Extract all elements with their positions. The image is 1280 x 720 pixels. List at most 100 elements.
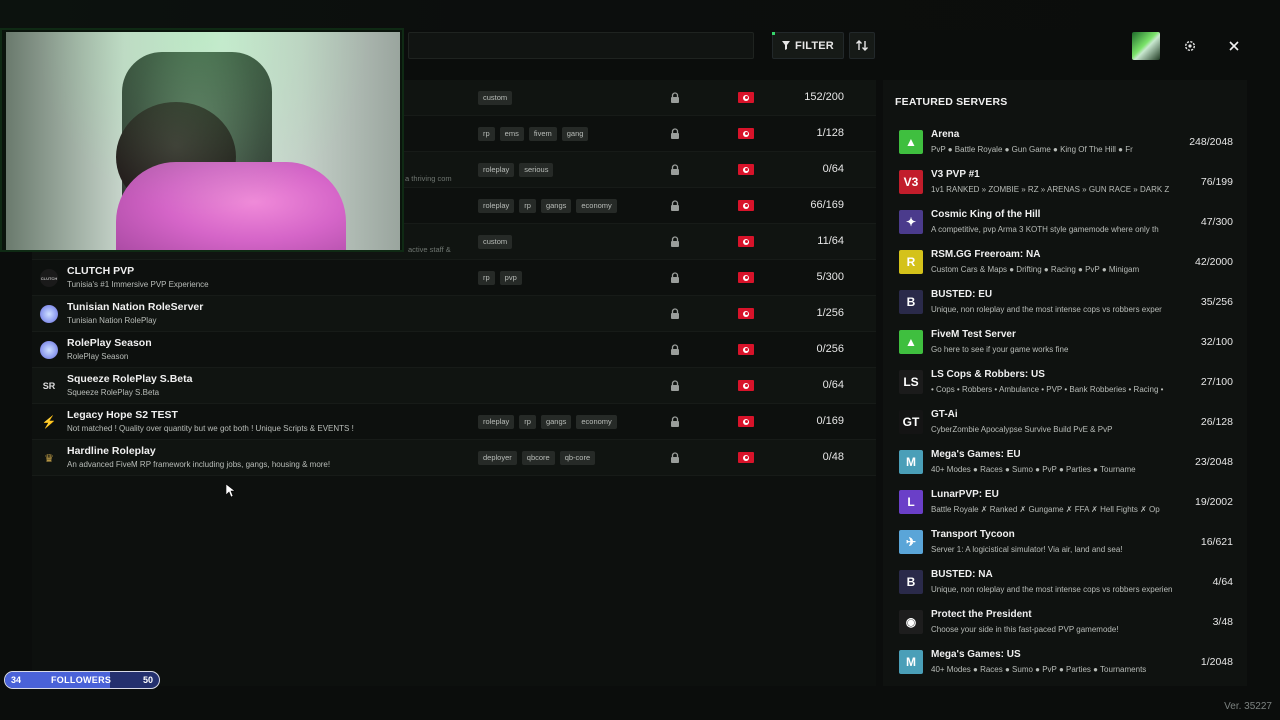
featured-server-row[interactable]: M Mega's Games: US 40+ Modes ● Races ● Sum… [883,641,1247,681]
featured-player-count: 47/300 [1200,216,1233,228]
server-tags: rp pvp [478,271,522,285]
player-count: 11/64 [817,235,844,247]
server-tag: rp [519,415,536,429]
featured-player-count: 32/100 [1200,336,1233,348]
server-name: RolePlay Season [67,337,152,349]
server-tags: rp ems fivem gang [478,127,589,141]
server-row[interactable]: SR Squeeze RolePlay S.Beta Squeeze RolePla… [32,368,876,404]
server-tag: roleplay [478,163,515,177]
sort-arrows-icon [856,40,868,51]
featured-server-row[interactable]: R RSM.GG Freeroam: NA Custom Cars & Maps ●… [883,241,1247,281]
featured-server-name: Transport Tycoon [931,529,1015,540]
sort-button[interactable] [849,32,875,59]
featured-server-row[interactable]: ◉ Protect the President Choose your side i… [883,601,1247,641]
lock-icon [671,200,679,211]
featured-server-row[interactable]: V3 V3 PVP #1 1v1 RANKED » ZOMBIE » RZ » AR… [883,161,1247,201]
server-tag: rp [519,199,536,213]
featured-server-row[interactable]: GT GT-Ai CyberZombie Apocalypse Survive Bu… [883,401,1247,441]
featured-server-row[interactable]: B BUSTED: NA Unique, non roleplay and the … [883,561,1247,601]
tunisia-flag-icon [738,452,754,463]
gear-icon [1184,40,1196,52]
tunisia-flag-icon [738,128,754,139]
server-name: Legacy Hope S2 TEST [67,409,178,421]
server-row[interactable]: ♛ Hardline Roleplay An advanced FiveM RP f… [32,440,876,476]
featured-server-logo-icon: M [899,450,923,474]
featured-player-count: 27/100 [1200,376,1233,388]
squeeze-logo-icon: SR [42,381,56,391]
featured-server-name: LunarPVP: EU [931,489,999,500]
followers-current: 34 [11,675,22,685]
lock-icon [671,164,679,175]
featured-server-description: Battle Royale ✗ Ranked ✗ Gungame ✗ FFA ✗… [931,505,1160,514]
featured-server-row[interactable]: B BUSTED: EU Unique, non roleplay and the … [883,281,1247,321]
server-tag: rp [478,271,495,285]
featured-server-logo-icon: ✈ [899,530,923,554]
featured-server-row[interactable]: L LunarPVP: EU Battle Royale ✗ Ranked ✗ Gu… [883,481,1247,521]
server-tag: serious [519,163,554,177]
server-row[interactable]: CLUTCH CLUTCH PVP Tunisia's #1 Immersive P… [32,260,876,296]
mouse-cursor-icon [226,484,236,498]
featured-server-logo-icon: V3 [899,170,923,194]
server-row[interactable]: RolePlay Season RolePlay Season 0/256 [32,332,876,368]
player-count: 0/256 [816,343,844,355]
featured-server-row[interactable]: ✦ Cosmic King of the Hill A competitive, p… [883,201,1247,241]
featured-server-logo-icon: ▲ [899,330,923,354]
lock-icon [671,128,679,139]
obscured-desc-2: active staff & [408,245,451,254]
featured-server-logo-icon: B [899,290,923,314]
legacy-hope-logo-icon: ⚡ [41,415,57,429]
user-avatar[interactable] [1132,32,1160,60]
server-name: Hardline Roleplay [67,445,156,457]
featured-player-count: 19/2002 [1195,496,1233,508]
roleplay-season-logo-icon [40,341,58,359]
server-tags: custom [478,235,513,249]
featured-server-description: Unique, non roleplay and the most intens… [931,585,1173,594]
featured-server-row[interactable]: ✈ Transport Tycoon Server 1: A logicistica… [883,521,1247,561]
featured-server-description: Choose your side in this fast-paced PVP … [931,625,1119,634]
server-description: Tunisia's #1 Immersive PVP Experience [67,280,209,289]
lock-icon [671,344,679,355]
featured-player-count: 16/621 [1200,536,1233,548]
featured-server-row[interactable]: M Mega's Games: EU 40+ Modes ● Races ● Sum… [883,441,1247,481]
player-count: 1/256 [816,307,844,319]
server-row[interactable]: Tunisian Nation RoleServer Tunisian Natio… [32,296,876,332]
featured-server-row[interactable]: ▲ Arena PvP ● Battle Royale ● Gun Game ● K… [883,121,1247,161]
close-icon [1229,41,1239,51]
featured-server-name: Cosmic King of the Hill [931,209,1041,220]
server-description: Tunisian Nation RolePlay [67,316,157,325]
filter-label: FILTER [795,39,834,52]
search-input[interactable] [408,32,754,59]
server-name: Tunisian Nation RoleServer [67,301,204,313]
server-name: Squeeze RolePlay S.Beta [67,373,193,385]
featured-server-description: 40+ Modes ● Races ● Sumo ● PvP ● Parties… [931,665,1147,674]
featured-server-logo-icon: ▲ [899,130,923,154]
player-count: 0/64 [822,163,844,175]
featured-server-logo-icon: ✦ [899,210,923,234]
webcam-overlay [0,28,404,252]
featured-server-description: Server 1: A logicistical simulator! Via … [931,545,1123,554]
settings-button[interactable] [1176,32,1204,60]
featured-server-row[interactable]: ▲ FiveM Test Server Go here to see if your… [883,321,1247,361]
player-count: 152/200 [804,91,844,103]
server-description: Squeeze RolePlay S.Beta [67,388,160,397]
server-tag: economy [576,199,617,213]
featured-player-count: 35/256 [1200,296,1233,308]
filter-button[interactable]: FILTER [772,32,844,59]
featured-server-logo-icon: LS [899,370,923,394]
featured-server-name: Protect the President [931,609,1032,620]
close-button[interactable] [1220,32,1248,60]
server-tag: qbcore [521,451,555,465]
server-tag: roleplay [478,199,515,213]
tunisia-flag-icon [738,416,754,427]
tunisia-flag-icon [738,164,754,175]
hardline-logo-icon: ♛ [44,452,54,465]
featured-server-row[interactable]: LS LS Cops & Robbers: US • Cops • Robbers … [883,361,1247,401]
featured-player-count: 76/199 [1200,176,1233,188]
lock-icon [671,272,679,283]
server-row[interactable]: ⚡ Legacy Hope S2 TEST Not matched ! Qualit… [32,404,876,440]
clutch-logo-icon: CLUTCH [40,269,58,287]
featured-server-description: A competitive, pvp Arma 3 KOTH style gam… [931,225,1159,234]
featured-server-logo-icon: B [899,570,923,594]
player-count: 0/64 [822,379,844,391]
filter-active-indicator [772,32,775,35]
